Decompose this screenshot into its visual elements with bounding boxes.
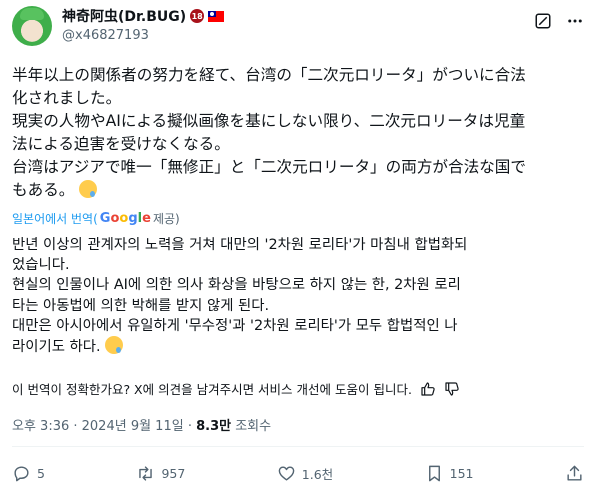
translation-feedback: 이 번역이 정확한가요? X에 의견을 남겨주시면 서비스 개선에 도움이 됩니… [12, 379, 460, 398]
share-button[interactable] [565, 464, 584, 483]
translated-line: 대만은 아시아에서 유일하게 '무수정'과 '2차원 로리타'가 모두 합법적인… [12, 317, 458, 334]
reply-button[interactable]: 5 [12, 464, 45, 483]
name-row: 神奇阿虫(Dr.BUG) 18 [62, 6, 225, 26]
timestamp[interactable]: 오후 3:36 · 2024년 9월 11일 · [12, 419, 196, 434]
display-name[interactable]: 神奇阿虫(Dr.BUG) [62, 6, 186, 26]
heart-icon [278, 465, 295, 481]
tweet-line: 台湾はアジアで唯一「無修正」と「二次元ロリータ」の両方が合法な国で [12, 158, 526, 176]
reply-count: 5 [37, 465, 45, 481]
like-button[interactable]: 1.6천 [277, 464, 333, 483]
tweet-line: 化されました。 [12, 89, 122, 107]
action-bar: 5 957 1.6천 151 [12, 458, 584, 488]
translated-line: 타는 아동법에 의한 박해를 받지 않게 된다. [12, 297, 270, 314]
share-icon [567, 465, 582, 481]
bookmark-icon [428, 465, 440, 481]
avatar[interactable] [12, 6, 52, 46]
drooling-face-emoji-icon [79, 180, 98, 198]
translated-line: 라이기도 하다. [12, 339, 101, 356]
tweet-meta: 오후 3:36 · 2024년 9월 11일 · 8.3만 조회수 [12, 415, 271, 434]
grok-icon[interactable] [534, 12, 552, 30]
translated-line: 현실의 인물이나 AI에 의한 의사 화상을 바탕으로 하지 않는 한, 2차원… [12, 277, 461, 294]
views-label: 조회수 [231, 419, 272, 434]
translated-text: 반년 이상의 관계자의 노력을 거쳐 대만의 '2차원 로리타'가 마침내 합법… [12, 235, 584, 357]
repost-icon [139, 465, 153, 481]
more-options-icon[interactable] [566, 12, 584, 30]
tweet-line: 半年以上の関係者の努力を経て、台湾の「二次元ロリータ」がついに合法 [12, 66, 526, 84]
google-logo: Google [99, 211, 151, 226]
tweet-header: 神奇阿虫(Dr.BUG) 18 @x46827193 [12, 6, 584, 50]
drooling-face-emoji-icon [105, 336, 124, 355]
like-count: 1.6천 [301, 466, 334, 482]
user-handle[interactable]: @x46827193 [62, 28, 149, 43]
tweet-text: 半年以上の関係者の努力を経て、台湾の「二次元ロリータ」がついに合法 化されました… [12, 64, 584, 202]
provided-label: 제공) [152, 212, 180, 226]
view-count: 8.3만 [196, 419, 232, 434]
bookmark-count: 151 [449, 465, 474, 481]
feedback-text: 이 번역이 정확한가요? X에 의견을 남겨주시면 서비스 개선에 도움이 됩니… [12, 382, 412, 397]
translated-from-label: 일본어에서 번역( [12, 212, 98, 226]
translated-line: 반년 이상의 관계자의 노력을 거쳐 대만의 '2차원 로리타'가 마침내 합법… [12, 237, 468, 253]
thumbs-down-icon[interactable] [444, 381, 460, 397]
tweet-line: もある。 [12, 181, 75, 199]
taiwan-flag-icon [208, 10, 225, 22]
translated-by-google[interactable]: 일본어에서 번역( Google 제공) [12, 210, 180, 227]
header-actions [534, 12, 584, 30]
repost-count: 957 [161, 465, 186, 481]
translated-line: 었습니다. [12, 257, 70, 274]
reply-icon [14, 465, 29, 481]
thumbs-up-icon[interactable] [420, 381, 436, 397]
repost-button[interactable]: 957 [136, 464, 185, 483]
divider [12, 446, 584, 447]
tweet-line: 法による迫害を受けなくなる。 [12, 135, 230, 153]
age-badge: 18 [190, 9, 205, 23]
tweet-line: 現実の人物やAIによる擬似画像を基にしない限り、二次元ロリータは児童 [12, 112, 526, 130]
bookmark-button[interactable]: 151 [425, 464, 474, 483]
